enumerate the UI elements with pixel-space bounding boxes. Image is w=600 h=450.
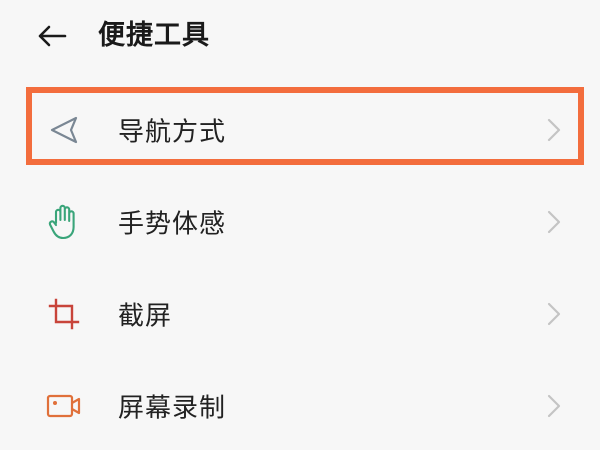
- chevron-right-icon: [544, 116, 564, 144]
- crop-screenshot-icon: [46, 296, 82, 332]
- top-bar: 便捷工具: [0, 0, 600, 72]
- menu-item-navigation-mode[interactable]: 导航方式: [0, 84, 600, 176]
- settings-list: 导航方式 手势体感 截屏 屏幕录制: [0, 84, 600, 450]
- screen-record-icon: [46, 388, 82, 424]
- chevron-right-icon: [544, 300, 564, 328]
- menu-item-label: 截屏: [118, 301, 173, 332]
- hand-gesture-icon: [46, 204, 82, 240]
- menu-item-label: 导航方式: [118, 117, 227, 148]
- menu-item-screen-recording[interactable]: 屏幕录制: [0, 360, 600, 450]
- back-button[interactable]: [34, 18, 70, 54]
- page-title: 便捷工具: [98, 20, 210, 51]
- screen: 便捷工具 导航方式 手势体感 截屏 屏幕录制: [0, 0, 600, 450]
- menu-item-label: 屏幕录制: [118, 393, 227, 424]
- menu-item-screenshot[interactable]: 截屏: [0, 268, 600, 360]
- back-arrow-icon[interactable]: [37, 24, 67, 48]
- navigation-arrow-icon: [46, 112, 82, 148]
- chevron-right-icon: [544, 392, 564, 420]
- menu-item-gesture-motion[interactable]: 手势体感: [0, 176, 600, 268]
- chevron-right-icon: [544, 208, 564, 236]
- highlight-box: [26, 87, 584, 165]
- menu-item-label: 手势体感: [118, 209, 227, 240]
